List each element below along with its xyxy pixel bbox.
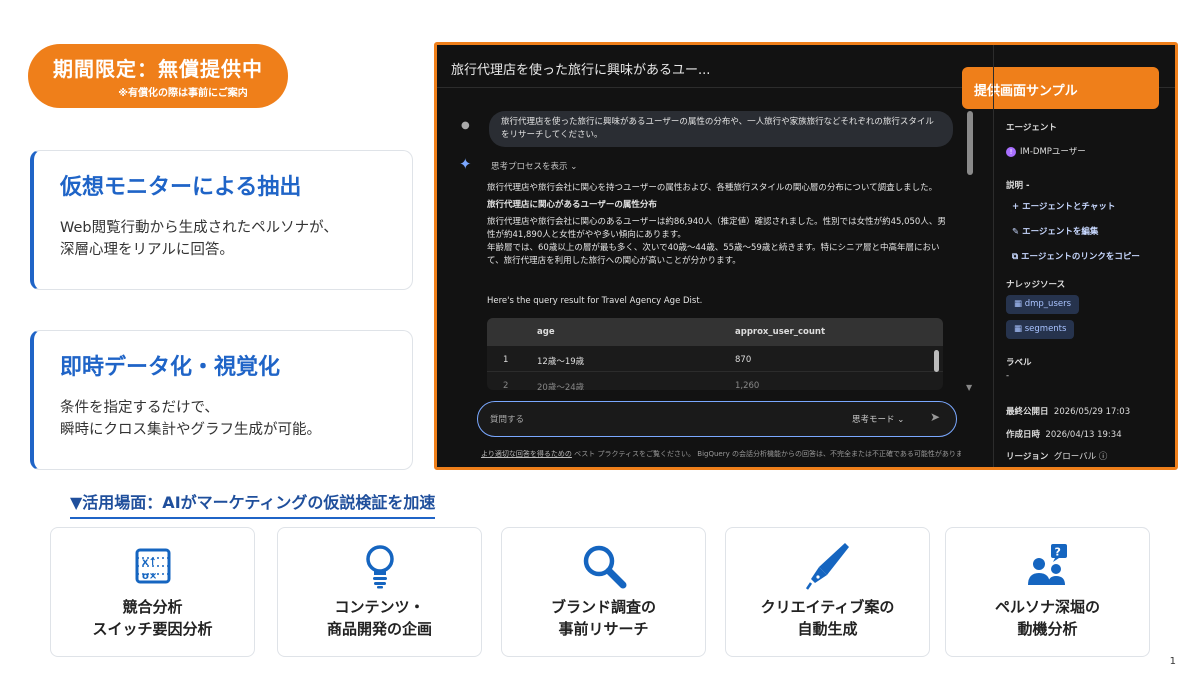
send-icon[interactable]: ➤ — [930, 410, 940, 424]
published-date: 最終公開日 2026/05/29 17:03 — [1006, 407, 1131, 417]
usecase-label: クリエイティブ案の 自動生成 — [760, 598, 895, 638]
feature-card-title: 仮想モニターによる抽出 — [60, 175, 302, 200]
feature-card-body: Web閲覧行動から生成されたペルソナが、 深層心理をリアルに回答。 — [60, 220, 338, 258]
scroll-down-icon[interactable]: ▼ — [966, 383, 972, 392]
cell-age: 12歳〜19歳 — [537, 357, 585, 367]
best-practice-link[interactable]: より適切な回答を得るための — [481, 450, 572, 458]
svg-text:o×: o× — [142, 571, 157, 582]
chat-with-agent-button[interactable]: + エージェントとチャット — [1012, 200, 1115, 212]
user-avatar-icon: ● — [461, 120, 470, 131]
copy-agent-link-button[interactable]: ⧉ エージェントのリンクをコピー — [1012, 250, 1140, 262]
limited-offer-badge: 期間限定：無償提供中 ※有償化の際は事前にご案内 — [28, 44, 288, 108]
response-heading: 旅行代理店に関心があるユーザーの属性分布 — [487, 200, 657, 210]
user-message-bubble: 旅行代理店を使った旅行に興味があるユーザーの属性の分布や、一人旅行や家族旅行など… — [489, 111, 953, 147]
table-header: age approx_user_count — [487, 318, 943, 346]
disclaimer-footer: より適切な回答を得るための ベスト プラクティスをご覧ください。 BigQuer… — [481, 449, 961, 459]
knowledge-source-chip[interactable]: ▦ segments — [1006, 320, 1075, 339]
column-header-count: approx_user_count — [735, 327, 826, 337]
query-result-table: age approx_user_count 1 12歳〜19歳 870 2 20… — [487, 318, 943, 390]
thinking-mode-selector[interactable]: 思考モード ⌄ — [852, 413, 904, 425]
product-screenshot-panel: 旅行代理店を使った旅行に興味があるユー... 提供画面サンプル ● 旅行代理店を… — [434, 42, 1178, 470]
usecase-card-content-planning: コンテンツ・ 商品開発の企画 — [277, 527, 482, 657]
feature-card-instant-data: 即時データ化・視覚化 条件を指定するだけで、 瞬時にクロス集計やグラフ生成が可能… — [30, 330, 413, 470]
query-result-line: Here's the query result for Travel Agenc… — [487, 296, 703, 306]
usecase-label: 競合分析 スイッチ要因分析 — [92, 598, 213, 638]
comparison-icon: x↑ o× — [51, 540, 254, 592]
agent-label: エージェント — [1006, 123, 1057, 133]
usecase-card-competitor: x↑ o× 競合分析 スイッチ要因分析 — [50, 527, 255, 657]
badge-main-text: 期間限定：無償提供中 — [53, 57, 263, 81]
agent-info-sidebar: エージェント ! IM-DMPユーザー 説明 - + エージェントとチャット ✎ … — [993, 45, 1175, 467]
cell-count: 870 — [735, 355, 752, 365]
usecase-card-brand-research: ブランド調査の 事前リサーチ — [501, 527, 706, 657]
agent-name: ! IM-DMPユーザー — [1006, 145, 1086, 157]
agent-icon: ! — [1006, 147, 1016, 157]
table-row: 1 12歳〜19歳 870 — [487, 346, 943, 372]
usecase-section-title: ▼活用場面：AIがマーケティングの仮説検証を加速 — [70, 489, 436, 519]
table-row: 2 20歳〜24歳 1,260 — [487, 372, 943, 390]
description-label: 説明 - — [1006, 181, 1030, 191]
response-paragraph: 旅行代理店や旅行会社に関心のあるユーザーは約86,940人（推定値）確認されまし… — [487, 217, 946, 240]
edit-agent-button[interactable]: ✎ エージェントを編集 — [1012, 225, 1098, 237]
created-date: 作成日時 2026/04/13 19:34 — [1006, 430, 1122, 440]
response-paragraph: 年齢層では、60歳以上の層が最も多く、次いで40歳〜44歳、55歳〜59歳と続き… — [487, 243, 940, 266]
svg-text:?: ? — [1054, 546, 1060, 559]
usecase-label: コンテンツ・ 商品開発の企画 — [326, 598, 432, 638]
knowledge-source-chip[interactable]: ▦ dmp_users — [1006, 295, 1080, 314]
persona-question-icon: ? — [946, 540, 1149, 592]
badge-sub-text: ※有償化の際は事前にご案内 — [118, 88, 248, 99]
feature-card-title: 即時データ化・視覚化 — [60, 355, 281, 380]
feature-card-body: 条件を指定するだけで、 瞬時にクロス集計やグラフ生成が可能。 — [60, 400, 321, 438]
cell-age: 20歳〜24歳 — [537, 383, 585, 390]
lightbulb-icon — [278, 540, 481, 592]
chat-input-placeholder: 質問する — [490, 415, 525, 425]
usecase-card-creative: クリエイティブ案の 自動生成 — [725, 527, 930, 657]
region: リージョン グローバル ⓘ — [1006, 452, 1108, 462]
show-thinking-toggle[interactable]: 思考プロセスを表示 ⌄ — [491, 160, 577, 172]
svg-text:x↑: x↑ — [142, 557, 157, 568]
feature-card-virtual-monitor: 仮想モニターによる抽出 Web閲覧行動から生成されたペルソナが、 深層心理をリア… — [30, 150, 413, 290]
chat-input[interactable]: 質問する 思考モード ⌄ ➤ — [477, 401, 957, 437]
disclaimer-text: ベスト プラクティスをご覧ください。 BigQuery の会話分析機能からの回答… — [574, 450, 961, 458]
page-number: 1 — [1169, 656, 1176, 667]
chat-scrollbar[interactable] — [967, 111, 973, 175]
chat-title: 旅行代理店を使った旅行に興味があるユー... — [451, 63, 711, 78]
row-number: 2 — [503, 381, 509, 390]
column-header-age: age — [537, 327, 555, 337]
cell-count: 1,260 — [735, 381, 760, 390]
label-label: ラベル — [1006, 358, 1032, 368]
knowledge-source-label: ナレッジソース — [1006, 280, 1066, 290]
usecase-card-persona: ? ペルソナ深堀の 動機分析 — [945, 527, 1150, 657]
gemini-spark-icon: ✦ — [459, 155, 472, 173]
usecase-label: ブランド調査の 事前リサーチ — [550, 598, 656, 638]
pen-icon — [726, 540, 929, 592]
response-intro: 旅行代理店や旅行会社に関心を持つユーザーの属性および、各種旅行スタイルの関心層の… — [487, 183, 938, 193]
magnifier-icon — [502, 540, 705, 592]
ai-response: 旅行代理店や旅行会社に関心を持つユーザーの属性および、各種旅行スタイルの関心層の… — [487, 182, 947, 268]
table-scrollbar[interactable] — [934, 350, 939, 372]
row-number: 1 — [503, 355, 509, 365]
usecase-label: ペルソナ深堀の 動機分析 — [994, 598, 1100, 638]
label-value: - — [1006, 371, 1010, 381]
